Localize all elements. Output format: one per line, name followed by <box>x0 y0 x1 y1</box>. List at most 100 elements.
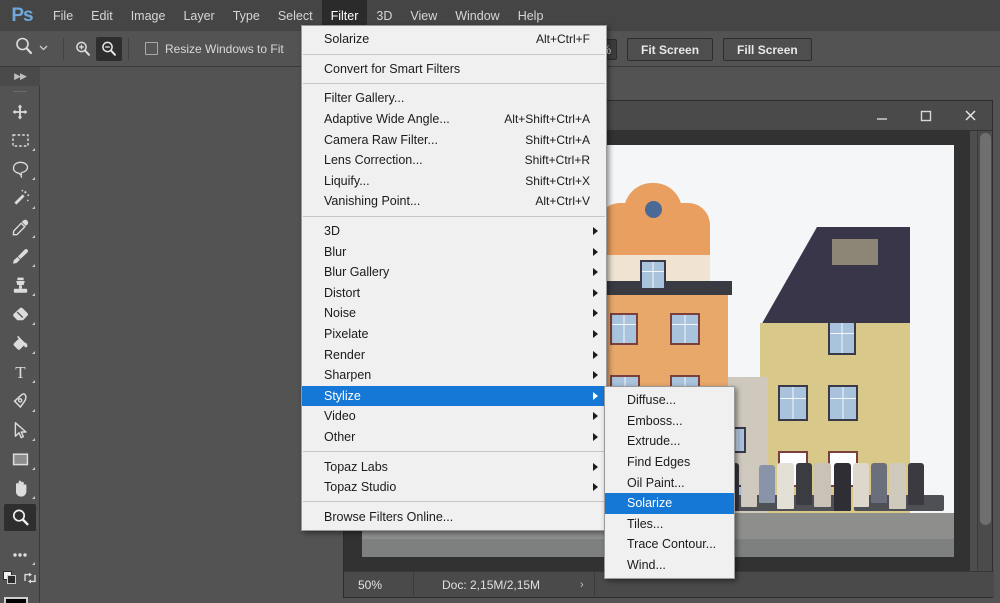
menu-item-label: Find Edges <box>627 455 691 470</box>
menu-item-lens-correction[interactable]: Lens Correction... Shift+Ctrl+R <box>302 150 606 171</box>
menu-item-wind[interactable]: Wind... <box>605 555 734 576</box>
menu-separator <box>303 451 605 453</box>
menu-item-find-edges[interactable]: Find Edges <box>605 452 734 473</box>
menu-bar-item-file[interactable]: File <box>44 0 82 31</box>
menu-item-vanishing-point[interactable]: Vanishing Point... Alt+Ctrl+V <box>302 191 606 212</box>
photoshop-logo: Ps <box>11 4 33 26</box>
photo-window <box>640 260 666 290</box>
scrollbar-thumb[interactable] <box>980 133 991 525</box>
active-tool-preset[interactable] <box>0 36 57 61</box>
menu-item-other[interactable]: Other <box>302 427 606 448</box>
menu-item-blur-gallery[interactable]: Blur Gallery <box>302 262 606 283</box>
menu-item-solarize[interactable]: Solarize <box>605 492 734 514</box>
status-doc-size[interactable]: Doc: 2,15M/2,15M › <box>414 571 595 598</box>
edit-toolbar-tool[interactable] <box>0 540 40 569</box>
menu-bar-item-image[interactable]: Image <box>122 0 175 31</box>
menu-item-topaz-studio[interactable]: Topaz Studio <box>302 477 606 498</box>
menu-item-video[interactable]: Video <box>302 406 606 427</box>
path-selection-tool[interactable] <box>0 416 40 445</box>
photo-person <box>741 463 757 507</box>
stylize-submenu[interactable]: Diffuse... Emboss... Extrude... Find Edges O… <box>604 386 735 580</box>
menu-item-diffuse[interactable]: Diffuse... <box>605 390 734 411</box>
paint-bucket-tool[interactable] <box>0 329 40 358</box>
menu-item-noise[interactable]: Noise <box>302 303 606 324</box>
menu-item-label: Liquify... <box>324 173 370 188</box>
menu-bar-item-layer[interactable]: Layer <box>174 0 223 31</box>
menu-bar-item-label: Type <box>232 8 260 23</box>
zoom-tool-icon <box>14 36 34 61</box>
resize-windows-label: Resize Windows to Fit <box>165 41 284 56</box>
submenu-arrow-icon <box>593 247 598 256</box>
submenu-arrow-icon <box>593 412 598 421</box>
menu-item-stylize[interactable]: Stylize <box>302 385 606 407</box>
resize-windows-checkbox[interactable] <box>145 42 158 55</box>
minimize-icon[interactable] <box>860 101 904 130</box>
menu-item-filter-gallery[interactable]: Filter Gallery... <box>302 88 606 109</box>
foreground-color-swatch[interactable] <box>4 597 28 603</box>
fill-screen-button[interactable]: Fill Screen <box>723 38 812 61</box>
menu-item-liquify[interactable]: Liquify... Shift+Ctrl+X <box>302 171 606 192</box>
status-zoom-level[interactable]: 50% <box>344 571 414 598</box>
menu-item-shortcut: Alt+Shift+Ctrl+A <box>504 112 590 127</box>
menu-item-label: Camera Raw Filter... <box>324 132 438 147</box>
menu-item-oil-paint[interactable]: Oil Paint... <box>605 472 734 493</box>
rectangular-marquee-tool[interactable] <box>0 126 40 155</box>
menu-item-tiles[interactable]: Tiles... <box>605 514 734 535</box>
canvas-vertical-scrollbar[interactable] <box>977 131 992 571</box>
panel-grip[interactable] <box>0 86 40 97</box>
menu-item-convert-for-smart-filters[interactable]: Convert for Smart Filters <box>302 59 606 80</box>
menu-item-label: Topaz Labs <box>324 459 388 474</box>
menu-item-pixelate[interactable]: Pixelate <box>302 324 606 345</box>
zoom-tool[interactable] <box>0 503 40 532</box>
menu-item-label: Sharpen <box>324 368 372 383</box>
close-icon[interactable] <box>948 101 992 130</box>
menu-item-3d[interactable]: 3D <box>302 221 606 242</box>
color-swatches[interactable] <box>0 593 40 603</box>
tool-submenu-indicator <box>32 293 35 296</box>
menu-item-sharpen[interactable]: Sharpen <box>302 365 606 386</box>
clone-stamp-tool[interactable] <box>0 271 40 300</box>
lasso-tool[interactable] <box>0 155 40 184</box>
menu-item-render[interactable]: Render <box>302 344 606 365</box>
eraser-tool[interactable] <box>0 300 40 329</box>
default-colors-icon[interactable] <box>2 570 17 590</box>
zoom-in-button[interactable] <box>70 37 96 61</box>
menu-bar-item-edit[interactable]: Edit <box>82 0 122 31</box>
rectangle-tool[interactable] <box>0 445 40 474</box>
menu-item-label: Render <box>324 347 365 362</box>
menu-item-topaz-labs[interactable]: Topaz Labs <box>302 456 606 477</box>
type-tool[interactable]: T <box>0 358 40 387</box>
double-chevron-right-icon[interactable]: ▶▶ <box>0 67 40 86</box>
chevron-right-icon[interactable]: › <box>580 579 584 591</box>
tool-submenu-indicator <box>32 467 35 470</box>
menu-item-browse-filters-online[interactable]: Browse Filters Online... <box>302 506 606 527</box>
menu-item-blur[interactable]: Blur <box>302 241 606 262</box>
options-divider <box>63 37 64 60</box>
chevron-down-icon[interactable] <box>38 40 49 58</box>
maximize-icon[interactable] <box>904 101 948 130</box>
filter-menu[interactable]: Solarize Alt+Ctrl+F Convert for Smart Filt… <box>301 25 607 532</box>
menu-separator <box>303 501 605 503</box>
pen-tool[interactable] <box>0 387 40 416</box>
fit-screen-button[interactable]: Fit Screen <box>627 38 714 61</box>
menu-item-shortcut: Shift+Ctrl+R <box>524 153 590 168</box>
zoom-out-button[interactable] <box>96 36 122 61</box>
menu-item-label: Diffuse... <box>627 393 677 408</box>
menu-item-adaptive-wide-angle[interactable]: Adaptive Wide Angle... Alt+Shift+Ctrl+A <box>302 109 606 130</box>
hand-tool[interactable] <box>0 474 40 503</box>
menu-item-camera-raw-filter[interactable]: Camera Raw Filter... Shift+Ctrl+A <box>302 129 606 150</box>
menu-item-label: Lens Correction... <box>324 153 423 168</box>
photo-person <box>777 463 794 509</box>
menu-item-trace-contour[interactable]: Trace Contour... <box>605 534 734 555</box>
swap-colors-icon[interactable] <box>23 571 37 590</box>
quick-selection-tool[interactable] <box>0 184 40 213</box>
menu-item-distort[interactable]: Distort <box>302 283 606 304</box>
eyedropper-tool[interactable] <box>0 213 40 242</box>
tool-submenu-indicator <box>32 438 35 441</box>
brush-tool[interactable] <box>0 242 40 271</box>
menu-bar-item-type[interactable]: Type <box>224 0 269 31</box>
menu-item-solarize[interactable]: Solarize Alt+Ctrl+F <box>302 29 606 50</box>
menu-item-emboss[interactable]: Emboss... <box>605 411 734 432</box>
move-tool[interactable] <box>0 97 40 126</box>
menu-item-extrude[interactable]: Extrude... <box>605 431 734 452</box>
